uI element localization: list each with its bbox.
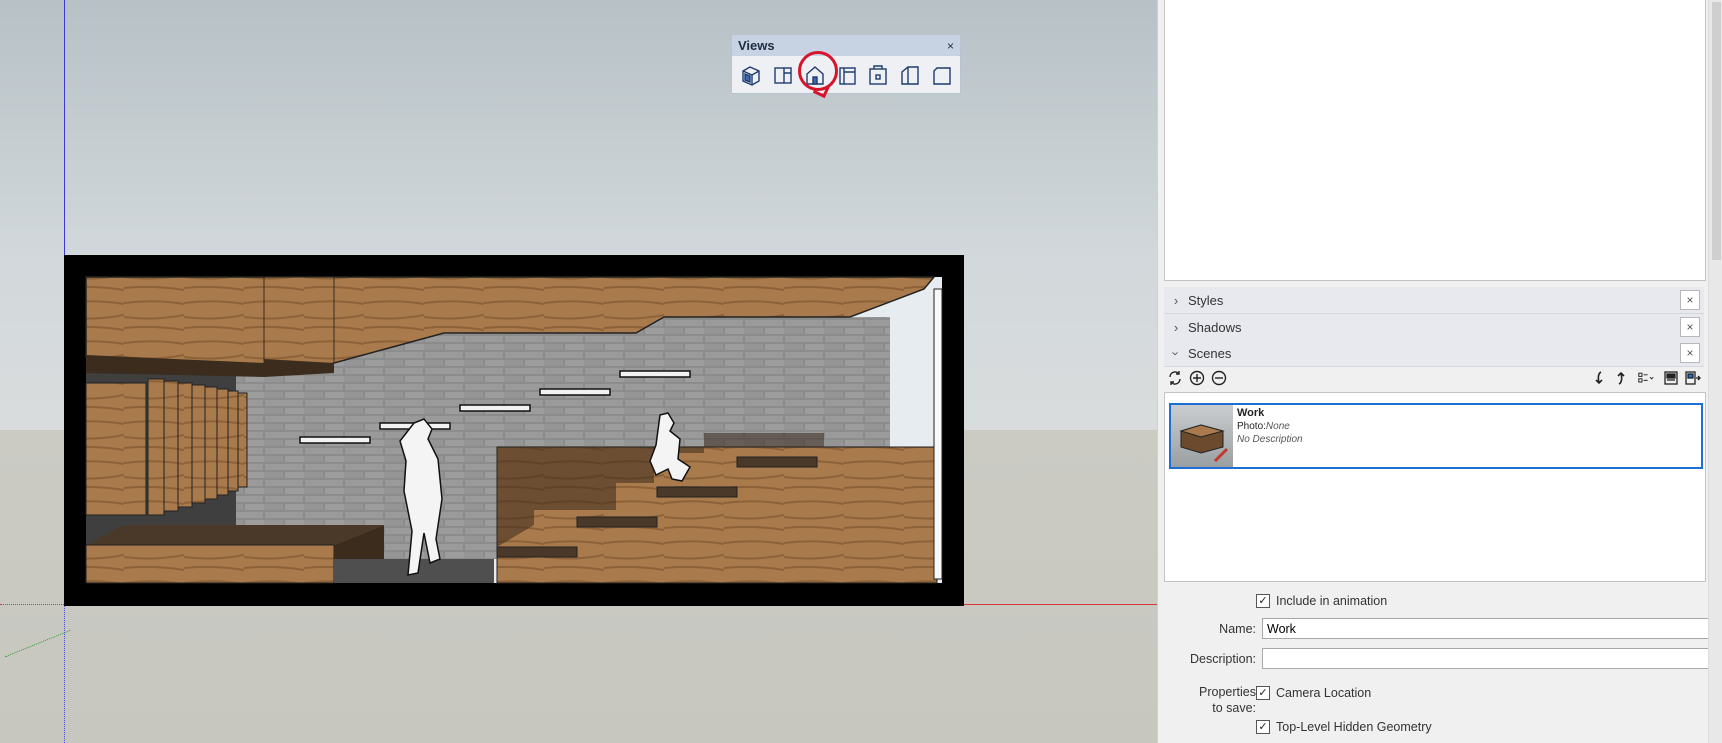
view-options-icon[interactable] — [1632, 367, 1660, 389]
scenes-toolbar — [1164, 365, 1704, 391]
hidden-geometry-label: Top-Level Hidden Geometry — [1276, 720, 1432, 734]
name-label: Name: — [1219, 621, 1256, 636]
section-model[interactable] — [64, 255, 964, 606]
iso-view-icon[interactable] — [737, 61, 765, 89]
tray-scrollbar-thumb[interactable] — [1712, 2, 1721, 260]
hide-details-icon[interactable] — [1682, 367, 1704, 389]
bottom-view-icon[interactable] — [928, 61, 956, 89]
scene-description: No Description — [1237, 434, 1303, 445]
scene-name: Work — [1237, 407, 1265, 419]
shadows-label: Shadows — [1188, 319, 1242, 335]
scenes-panel-header[interactable]: › Scenes × — [1164, 340, 1704, 367]
scene-item[interactable]: Work Photo:None No Description — [1169, 403, 1703, 469]
show-details-icon[interactable] — [1660, 367, 1682, 389]
scenes-list[interactable]: Work Photo:None No Description — [1164, 392, 1706, 582]
back-view-icon[interactable] — [864, 61, 892, 89]
scene-thumbnail — [1171, 405, 1233, 467]
hidden-geometry-checkbox[interactable]: ✓ — [1256, 720, 1270, 734]
right-view-icon[interactable] — [833, 61, 861, 89]
views-title: Views — [738, 38, 775, 53]
scene-photo-value: None — [1265, 421, 1290, 432]
top-view-icon[interactable] — [769, 61, 797, 89]
chevron-down-icon: › — [1168, 350, 1184, 356]
scene-description-input[interactable] — [1262, 648, 1710, 669]
shadows-close-button[interactable]: × — [1680, 317, 1700, 337]
description-label: Description: — [1190, 651, 1256, 666]
properties-to-save-label: Properties to save: — [1199, 685, 1256, 715]
styles-close-button[interactable]: × — [1680, 290, 1700, 310]
red-axis-negative — [0, 604, 64, 605]
tray-scrollbar[interactable] — [1708, 0, 1722, 743]
scene-photo-label: Photo: — [1237, 421, 1266, 432]
scenes-close-button[interactable]: × — [1680, 343, 1700, 363]
move-up-icon[interactable] — [1610, 367, 1632, 389]
views-close-button[interactable]: × — [947, 39, 954, 53]
styles-panel-header[interactable]: › Styles × — [1164, 287, 1704, 314]
scenes-label: Scenes — [1188, 345, 1232, 361]
front-view-icon[interactable] — [797, 51, 838, 99]
styles-label: Styles — [1188, 292, 1224, 308]
shadows-panel-header[interactable]: › Shadows × — [1164, 314, 1704, 341]
chevron-right-icon: › — [1173, 319, 1179, 335]
section-drawing — [85, 276, 943, 584]
blue-axis — [64, 0, 65, 255]
add-scene-icon[interactable] — [1186, 367, 1208, 389]
views-titlebar[interactable]: Views × — [732, 35, 960, 56]
red-axis — [964, 604, 1157, 605]
tray-top-panel — [1164, 0, 1706, 281]
remove-scene-icon[interactable] — [1208, 367, 1230, 389]
left-view-icon[interactable] — [896, 61, 924, 89]
blue-axis-negative — [64, 605, 65, 743]
green-axis-negative — [5, 630, 71, 658]
camera-location-checkbox[interactable]: ✓ — [1256, 686, 1270, 700]
include-animation-checkbox[interactable]: ✓ — [1256, 594, 1270, 608]
chevron-right-icon: › — [1173, 292, 1179, 308]
model-viewport[interactable]: Views × — [0, 0, 1157, 743]
refresh-icon[interactable] — [1164, 367, 1186, 389]
include-animation-label: Include in animation — [1276, 594, 1388, 608]
move-down-icon[interactable] — [1588, 367, 1610, 389]
scene-name-input[interactable] — [1262, 618, 1710, 639]
default-tray: › Styles × › Shadows × › Scenes × Work P… — [1157, 0, 1722, 743]
views-toolbar[interactable]: Views × — [731, 34, 961, 99]
camera-location-label: Camera Location — [1276, 686, 1372, 700]
